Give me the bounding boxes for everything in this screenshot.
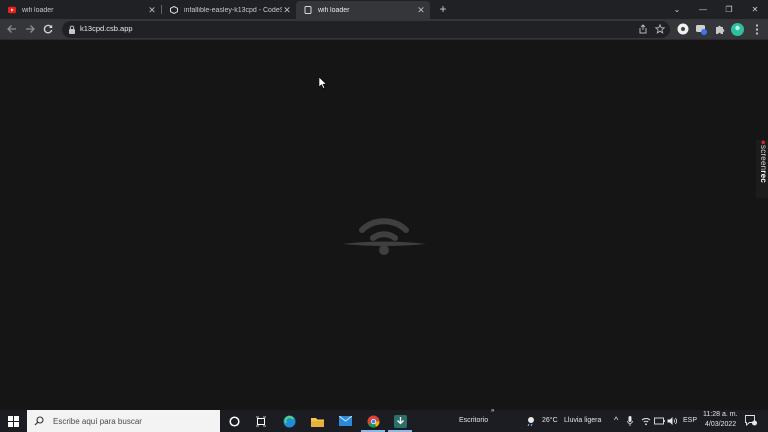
page-viewport: ●screenrec: [0, 40, 768, 410]
input-language[interactable]: ESP: [683, 417, 697, 424]
task-view-button[interactable]: [253, 413, 269, 429]
app-download-icon: [393, 414, 407, 428]
close-icon[interactable]: ✕: [282, 5, 292, 16]
tab-title: wifi loader: [318, 6, 350, 14]
new-tab-button[interactable]: +: [437, 2, 449, 16]
more-vertical-icon: [755, 23, 759, 35]
codesandbox-icon: [170, 6, 178, 14]
cortana-button[interactable]: [226, 413, 242, 429]
reload-button[interactable]: [41, 22, 55, 36]
clock-time[interactable]: 11:28 a. m.: [703, 411, 738, 418]
screenrec-prefix: screen: [759, 145, 768, 171]
cortana-circle-icon: [228, 415, 240, 427]
wifi-icon[interactable]: [641, 416, 651, 426]
lock-icon[interactable]: [68, 25, 76, 34]
tab-title: wifi loader: [22, 6, 54, 14]
forward-button[interactable]: [23, 22, 37, 36]
avatar-icon: [730, 22, 744, 36]
tab-wifi-loader-1[interactable]: wifi loader ✕: [0, 1, 161, 19]
edge-icon: [283, 415, 295, 427]
close-window-button[interactable]: ✕: [742, 0, 768, 19]
notifications-icon[interactable]: [745, 415, 757, 426]
reload-icon: [43, 24, 53, 34]
tray-chevron-up-icon[interactable]: ^: [614, 415, 618, 425]
page-icon: [304, 6, 312, 14]
screenrec-watermark: ●screenrec: [756, 140, 768, 198]
start-button[interactable]: [5, 413, 21, 429]
tab-search-chevron-icon[interactable]: ⌄: [664, 0, 690, 19]
back-button[interactable]: [5, 22, 19, 36]
tab-codesandbox[interactable]: infallible-easley-k13cpd - CodeS ✕: [162, 1, 296, 19]
taskbar-app[interactable]: [392, 413, 408, 429]
weather-description[interactable]: Lluvia ligera: [564, 417, 601, 424]
extension-badge-button[interactable]: [694, 22, 708, 36]
profile-avatar-button[interactable]: [730, 22, 744, 36]
browser-menu-button[interactable]: [750, 22, 764, 36]
wifi-loader-icon: [342, 218, 426, 255]
bookmark-star-icon[interactable]: [655, 24, 665, 34]
windows-logo-icon: [7, 415, 19, 427]
clock-date[interactable]: 4/03/2022: [705, 421, 736, 428]
mail-icon: [338, 416, 352, 426]
address-url[interactable]: k13cpd.csb.app: [80, 24, 133, 33]
extensions-button[interactable]: [712, 22, 726, 36]
youtube-icon: [8, 6, 16, 14]
share-icon[interactable]: [638, 24, 648, 34]
address-bar[interactable]: k13cpd.csb.app: [62, 21, 670, 38]
restore-button[interactable]: ❐: [716, 0, 742, 19]
taskbar-chrome[interactable]: [365, 413, 381, 429]
mouse-cursor-icon: [319, 77, 327, 89]
search-placeholder: Escribe aquí para buscar: [53, 416, 142, 426]
weather-temperature[interactable]: 26°C: [542, 417, 558, 424]
forward-arrow-icon: [26, 25, 35, 33]
battery-icon[interactable]: [654, 416, 665, 426]
extension-notification-icon: [696, 25, 707, 35]
tab-strip: wifi loader ✕ infallible-easley-k13cpd -…: [0, 0, 768, 19]
back-arrow-icon: [7, 25, 16, 33]
desktop-chevron-icon[interactable]: »: [491, 408, 494, 414]
taskbar-file-explorer[interactable]: [309, 413, 325, 429]
minimize-button[interactable]: —: [690, 0, 716, 19]
browser-toolbar: k13cpd.csb.app: [0, 19, 768, 40]
profile-extension-button[interactable]: [676, 22, 690, 36]
windows-taskbar: Escribe aquí para buscar Escritorio » 26…: [0, 408, 768, 432]
screenrec-brand: rec: [759, 170, 768, 183]
volume-icon[interactable]: [667, 416, 677, 426]
taskbar-search-box[interactable]: Escribe aquí para buscar: [27, 410, 220, 432]
folder-icon: [310, 417, 324, 427]
taskbar-edge[interactable]: [281, 413, 297, 429]
puzzle-icon: [715, 25, 724, 34]
close-icon[interactable]: ✕: [416, 5, 426, 16]
task-view-icon: [256, 416, 266, 426]
taskbar-mail[interactable]: [337, 413, 353, 429]
close-icon[interactable]: ✕: [147, 5, 157, 16]
microphone-icon[interactable]: [627, 416, 633, 426]
chrome-icon: [367, 415, 379, 428]
tab-title: infallible-easley-k13cpd - CodeS: [184, 6, 282, 14]
search-icon: [34, 416, 44, 426]
desktop-toolbar-label[interactable]: Escritorio: [459, 417, 488, 424]
tab-wifi-loader-active[interactable]: wifi loader ✕: [296, 1, 430, 19]
circle-extension-icon: [677, 23, 689, 35]
weather-rain-icon[interactable]: [526, 416, 537, 426]
